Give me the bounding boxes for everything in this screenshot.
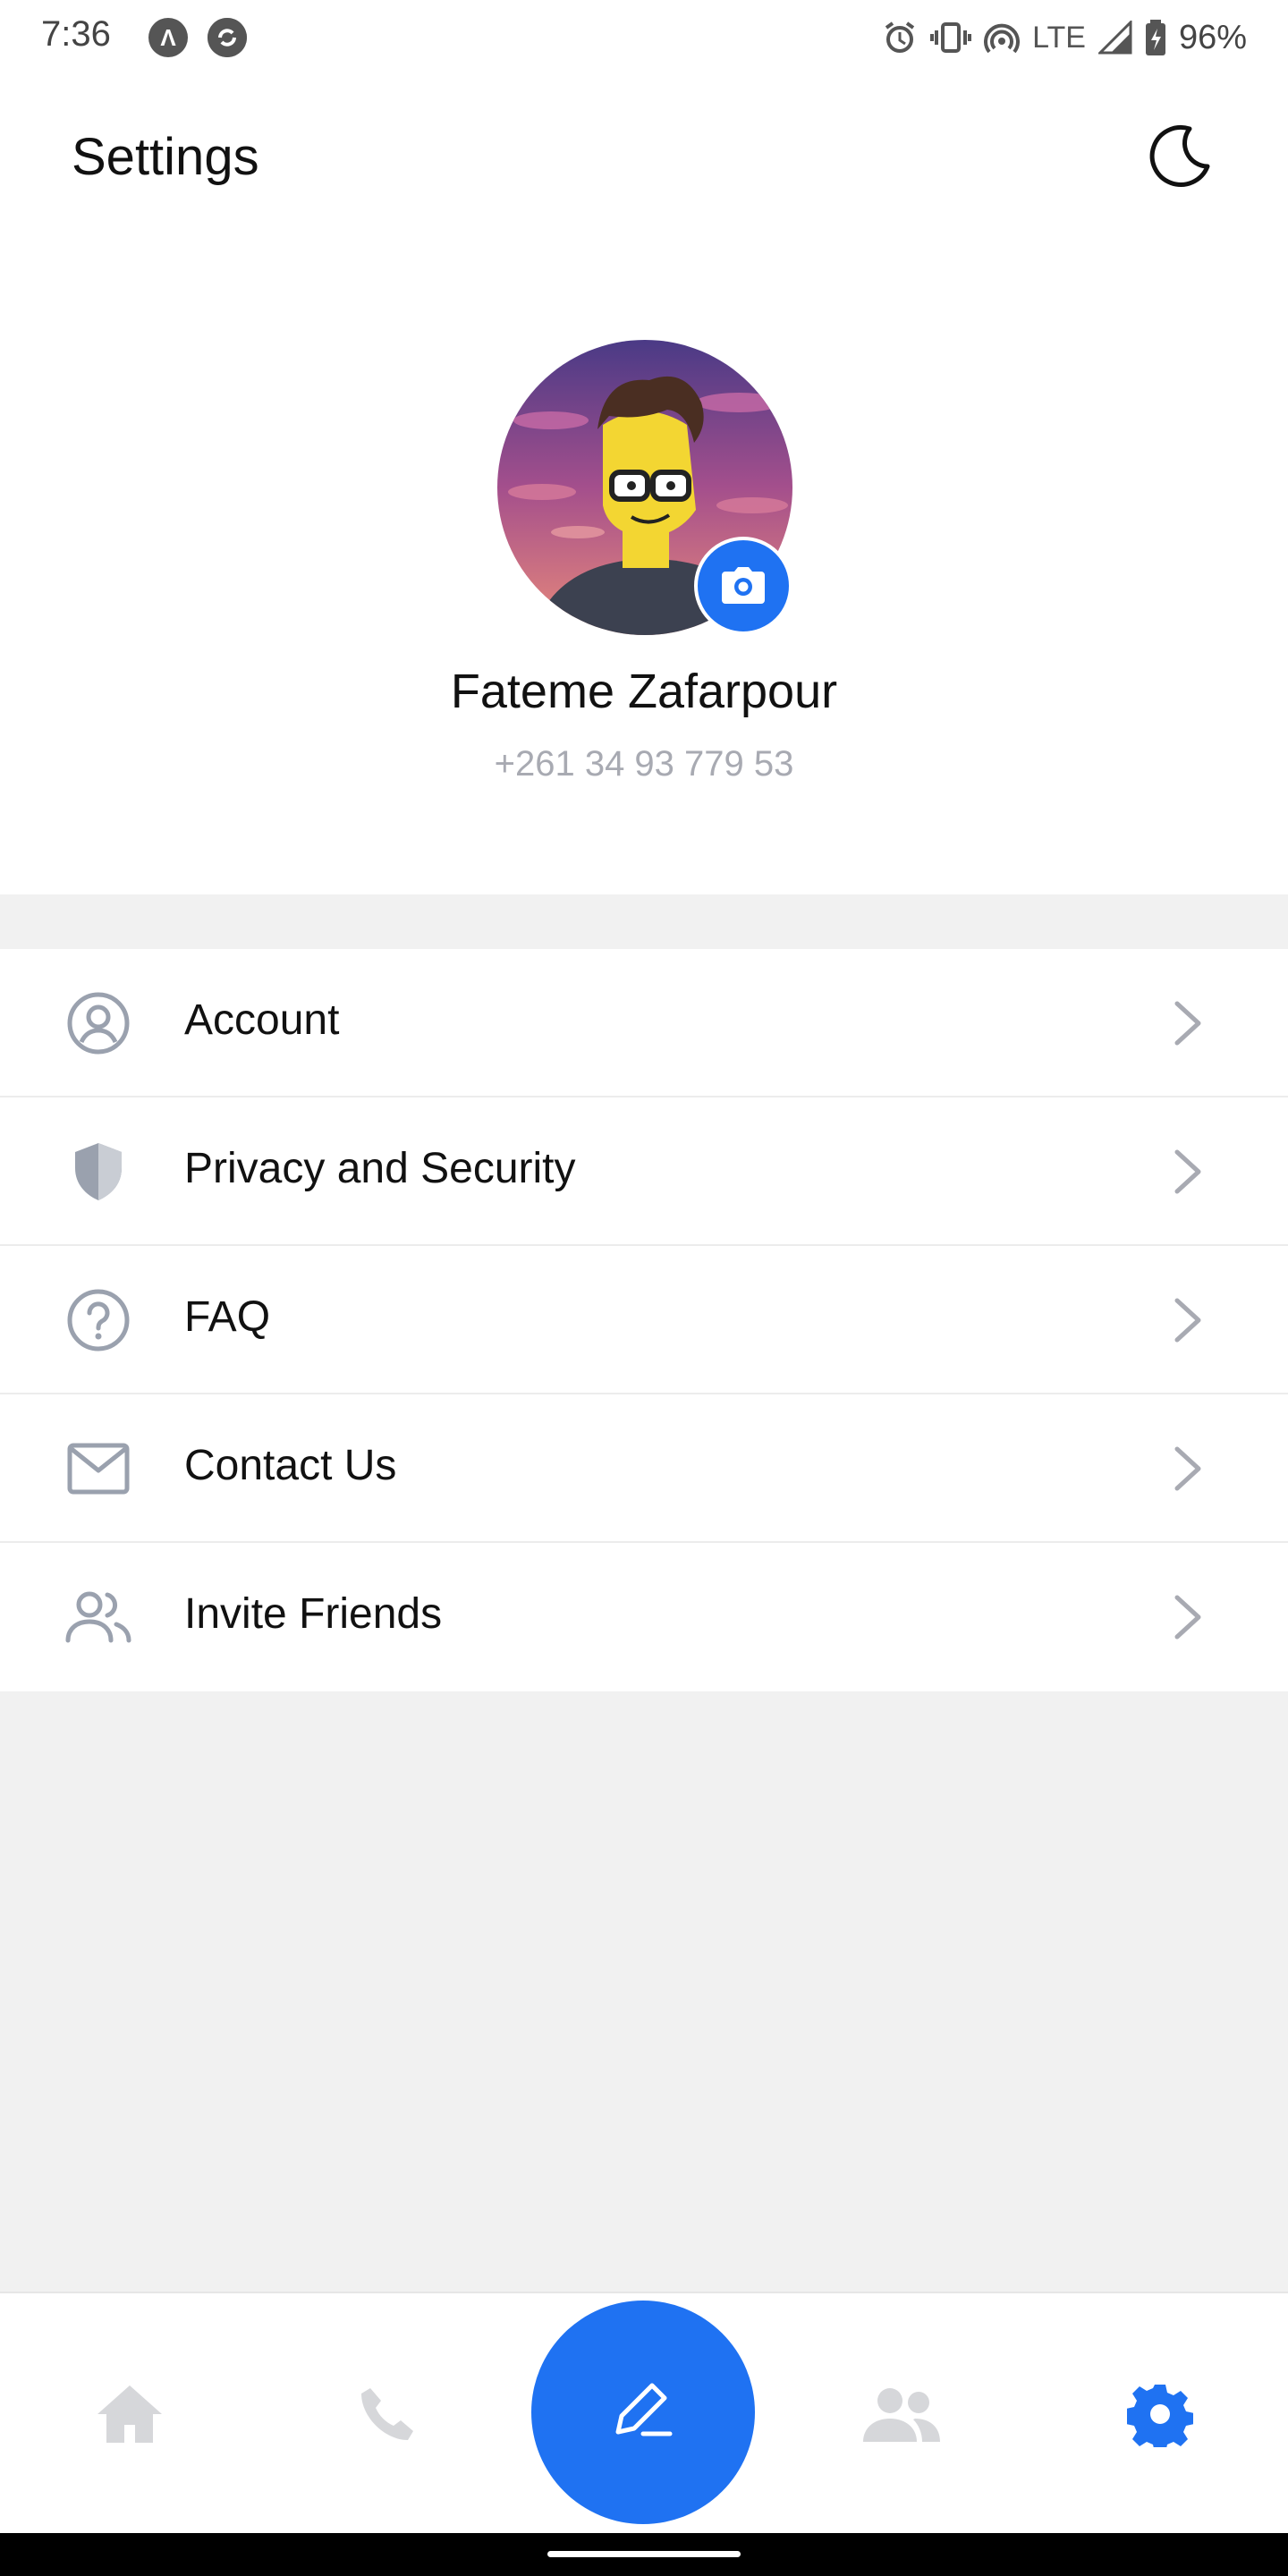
user-circle-icon xyxy=(63,987,134,1059)
status-right-icons: LTE 96% xyxy=(882,13,1247,63)
menu-item-privacy-security[interactable]: Privacy and Security xyxy=(0,1097,1288,1246)
question-circle-icon xyxy=(63,1284,134,1356)
nav-calls[interactable] xyxy=(338,2365,436,2463)
compose-button[interactable] xyxy=(531,2301,755,2524)
envelope-icon xyxy=(63,1433,134,1504)
menu-item-label: Invite Friends xyxy=(184,1590,443,1638)
theme-toggle-button[interactable] xyxy=(1141,120,1216,195)
avatar-container xyxy=(497,340,792,635)
profile-name: Fateme Zafarpour xyxy=(450,665,838,718)
menu-item-contact-us[interactable]: Contact Us xyxy=(0,1394,1288,1543)
menu-item-account[interactable]: Account xyxy=(0,949,1288,1097)
home-icon xyxy=(97,2385,162,2443)
nav-contacts[interactable] xyxy=(852,2365,950,2463)
users-icon xyxy=(63,1581,134,1653)
sync-icon xyxy=(208,18,247,57)
moon-icon xyxy=(1149,124,1210,187)
menu-item-label: Account xyxy=(184,996,340,1044)
chevron-right-icon xyxy=(1174,1001,1201,1046)
chevron-right-icon xyxy=(1174,1149,1201,1194)
page-title: Settings xyxy=(72,128,259,186)
profile-header: Settings Fateme Zafarpour +261 34 93 779… xyxy=(0,75,1288,894)
menu-item-label: FAQ xyxy=(184,1293,271,1341)
nav-settings[interactable] xyxy=(1111,2365,1209,2463)
shield-icon xyxy=(63,1136,134,1208)
signal-icon xyxy=(1097,21,1132,55)
hotspot-icon xyxy=(984,23,1021,54)
battery-icon xyxy=(1145,20,1165,55)
profile-phone: +261 34 93 779 53 xyxy=(494,744,794,784)
menu-item-label: Contact Us xyxy=(184,1442,397,1489)
chevron-right-icon xyxy=(1174,1298,1201,1343)
menu-item-faq[interactable]: FAQ xyxy=(0,1246,1288,1394)
chevron-right-icon xyxy=(1174,1595,1201,1640)
vibrate-icon xyxy=(930,22,972,53)
menu-item-label: Privacy and Security xyxy=(184,1145,576,1192)
network-type: LTE xyxy=(1032,20,1086,55)
status-time: 7:36 xyxy=(41,14,111,54)
camera-icon xyxy=(722,567,765,604)
system-navigation-bar xyxy=(0,2533,1288,2576)
chevron-right-icon xyxy=(1174,1446,1201,1491)
settings-menu: Account Privacy and Security FAQ Contact… xyxy=(0,949,1288,1691)
status-bar: 7:36 Λ LTE 96% xyxy=(0,0,1288,75)
change-photo-button[interactable] xyxy=(694,537,792,635)
settings-icon xyxy=(1127,2385,1193,2447)
compose-icon xyxy=(615,2383,673,2436)
menu-item-invite-friends[interactable]: Invite Friends xyxy=(0,1543,1288,1691)
battery-level: 96% xyxy=(1178,18,1247,56)
phone-icon xyxy=(361,2388,413,2440)
alarm-icon xyxy=(885,21,915,53)
app-notification-icon: Λ xyxy=(148,18,188,57)
nav-home[interactable] xyxy=(80,2365,179,2463)
home-gesture-pill[interactable] xyxy=(547,2551,741,2557)
contacts-icon xyxy=(863,2388,940,2442)
